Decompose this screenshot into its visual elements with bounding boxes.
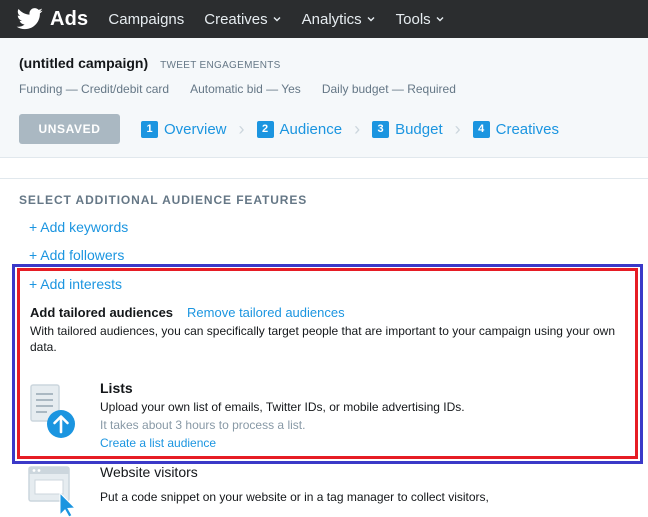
nav-analytics-label: Analytics bbox=[301, 10, 362, 28]
chevron-down-icon bbox=[367, 17, 375, 22]
website-visitors-description: Put a code snippet on your website or in… bbox=[100, 490, 489, 504]
nav-analytics[interactable]: Analytics bbox=[302, 11, 376, 28]
section-heading: SELECT ADDITIONAL AUDIENCE FEATURES bbox=[19, 193, 308, 207]
step-number: 4 bbox=[472, 120, 490, 138]
brand-label: Ads bbox=[50, 7, 89, 30]
chevron-right-icon: › bbox=[454, 118, 461, 139]
add-interests-link[interactable]: + Add interests bbox=[29, 276, 122, 292]
campaign-header: (untitled campaign) TWEET ENGAGEMENTS Fu… bbox=[0, 38, 648, 158]
lists-title: Lists bbox=[100, 380, 133, 396]
chevron-right-icon: › bbox=[354, 118, 361, 139]
step-budget[interactable]: 3 Budget bbox=[372, 120, 443, 138]
step-number: 1 bbox=[141, 120, 158, 138]
step-number: 2 bbox=[256, 120, 274, 138]
audience-content: SELECT ADDITIONAL AUDIENCE FEATURES + Ad… bbox=[0, 158, 648, 517]
step-label: Overview bbox=[164, 120, 227, 138]
website-visitors-title: Website visitors bbox=[100, 464, 198, 480]
add-followers-link[interactable]: + Add followers bbox=[29, 247, 124, 263]
step-label: Creatives bbox=[495, 120, 559, 138]
nav-tools-label: Tools bbox=[395, 10, 431, 28]
section-divider bbox=[0, 178, 648, 179]
campaign-steps: UNSAVED 1 Overview › 2 Audience › 3 Budg… bbox=[19, 114, 559, 144]
lists-description: Upload your own list of emails, Twitter … bbox=[100, 400, 465, 414]
list-upload-icon bbox=[30, 384, 75, 438]
nav-campaigns-label: Campaigns bbox=[108, 10, 185, 28]
nav-campaigns[interactable]: Campaigns bbox=[108, 11, 184, 28]
chevron-right-icon: › bbox=[238, 118, 245, 139]
nav-creatives-label: Creatives bbox=[204, 10, 268, 28]
chevron-down-icon bbox=[273, 17, 281, 22]
website-visitors-icon bbox=[28, 466, 77, 517]
add-keywords-link[interactable]: + Add keywords bbox=[29, 219, 128, 235]
step-label: Audience bbox=[279, 120, 343, 138]
bid-meta: Automatic bid — Yes bbox=[190, 82, 301, 96]
step-audience[interactable]: 2 Audience bbox=[256, 120, 343, 138]
funding-meta: Funding — Credit/debit card bbox=[19, 82, 170, 96]
tailored-audiences-description: With tailored audiences, you can specifi… bbox=[30, 324, 615, 354]
create-list-audience-link[interactable]: Create a list audience bbox=[100, 436, 216, 450]
step-overview[interactable]: 1 Overview bbox=[141, 120, 227, 138]
campaign-meta: Funding — Credit/debit card Automatic bi… bbox=[19, 82, 477, 96]
top-nav: Ads Campaigns Creatives Analytics Tools bbox=[0, 0, 648, 38]
twitter-bird-icon bbox=[16, 8, 43, 30]
remove-tailored-audiences-link[interactable]: Remove tailored audiences bbox=[187, 305, 345, 320]
step-label: Budget bbox=[395, 120, 443, 138]
campaign-objective: TWEET ENGAGEMENTS bbox=[160, 60, 281, 71]
step-creatives[interactable]: 4 Creatives bbox=[472, 120, 559, 138]
daily-budget-meta: Daily budget — Required bbox=[321, 82, 456, 96]
campaign-title: (untitled campaign) bbox=[19, 55, 149, 71]
tailored-audiences-row: Add tailored audiences Remove tailored a… bbox=[30, 305, 345, 320]
brand[interactable]: Ads bbox=[16, 8, 88, 31]
nav-creatives[interactable]: Creatives bbox=[204, 11, 281, 28]
lists-processing-note: It takes about 3 hours to process a list… bbox=[100, 418, 306, 432]
tailored-audiences-title: Add tailored audiences bbox=[30, 305, 174, 320]
unsaved-status-button[interactable]: UNSAVED bbox=[19, 114, 120, 144]
step-number: 3 bbox=[372, 120, 390, 138]
chevron-down-icon bbox=[436, 17, 444, 22]
nav-tools[interactable]: Tools bbox=[396, 11, 445, 28]
campaign-title-row: (untitled campaign) TWEET ENGAGEMENTS bbox=[19, 55, 281, 71]
